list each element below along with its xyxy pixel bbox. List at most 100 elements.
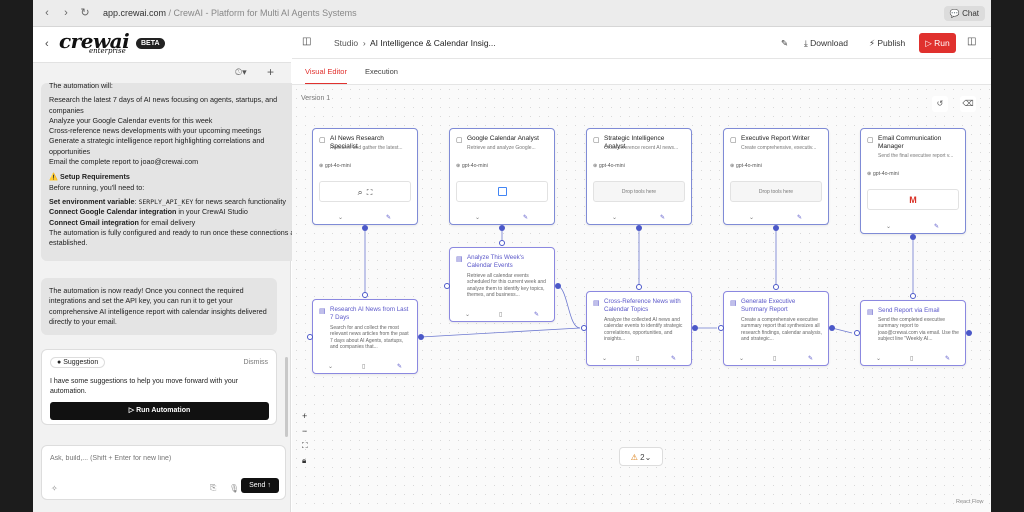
chevron-down-icon[interactable]: ⌄ [886,223,891,230]
chevron-down-icon[interactable]: ⌄ [602,355,607,362]
tab-visual-editor[interactable]: Visual Editor [305,67,347,84]
scrollbar[interactable] [285,357,288,437]
edit-icon[interactable]: ✎ [797,214,802,221]
run-button[interactable]: ▷ Run [919,33,956,53]
target-handle[interactable] [499,240,505,246]
tools-dropzone[interactable]: Drop tools here [593,181,685,202]
chevron-down-icon[interactable]: ⌄ [475,214,480,221]
back-chevron-icon[interactable]: ‹ [45,38,49,50]
warning-icon: ⚠︎ [630,453,638,462]
target-handle[interactable] [362,292,368,298]
agent-node[interactable]: ▢ AI News Research Specialist Research a… [312,128,418,225]
flow-canvas[interactable]: Version 1 ↺ ⌫ ▢ AI News Research Special… [292,85,991,512]
back-icon[interactable]: ‹ [41,7,53,20]
task-node[interactable]: ▤ Analyze This Week's Calendar Events Re… [449,247,555,322]
source-handle[interactable] [773,225,779,231]
source-handle[interactable] [418,334,424,340]
task-node[interactable]: ▤ Send Report via Email Send the complet… [860,300,966,366]
crumb-studio[interactable]: Studio [334,38,358,48]
source-handle[interactable] [499,225,505,231]
source-handle[interactable] [636,225,642,231]
send-button[interactable]: Send ↑ [241,478,279,493]
download-button[interactable]: ⤓ Download [804,38,848,49]
source-handle[interactable] [362,225,368,231]
reload-icon[interactable]: ↻ [79,7,91,20]
chevron-down-icon[interactable]: ⌄ [749,214,754,221]
zoom-out-button[interactable]: − [302,426,307,436]
source-handle[interactable] [910,234,916,240]
history-icon[interactable]: 🕓︎▾ [235,67,247,78]
edit-icon[interactable]: ✎ [945,355,950,362]
target-handle[interactable] [636,284,642,290]
warnings-badge[interactable]: ⚠︎ 2⌄ [619,447,663,466]
env-label: Set environment variable [49,196,135,206]
target-handle[interactable] [581,325,587,331]
task-node[interactable]: ▤ Generate Executive Summary Report Crea… [723,291,829,366]
edit-icon[interactable]: ✎ [386,214,391,221]
dismiss-button[interactable]: Dismiss [244,359,269,366]
new-chat-icon[interactable]: + [267,65,274,79]
zoom-in-button[interactable]: + [302,411,307,421]
target-handle[interactable] [718,325,724,331]
target-handle[interactable] [854,330,860,336]
target-handle[interactable] [444,283,450,289]
agent-node[interactable]: ▢ Executive Report Writer Create compreh… [723,128,829,225]
tools-slot[interactable]: ⌕ ⛶ [319,181,411,202]
chevron-down-icon[interactable]: ⌄ [612,214,617,221]
react-flow-attribution[interactable]: React Flow [956,499,984,505]
source-handle[interactable] [966,330,972,336]
chevron-down-icon[interactable]: ⌄ [328,363,333,370]
publish-button[interactable]: ⚡︎ Publish [869,38,905,49]
chat-input[interactable] [50,451,280,465]
agent-icon: ▢ [730,137,737,144]
agent-node[interactable]: ▢ Google Calendar Analyst Retrieve and a… [449,128,555,225]
agent-model: ⊛ gpt-4o-mini [593,163,625,169]
editor-tabs: Visual Editor Execution [292,59,991,85]
agent-node[interactable]: ▢ Strategic Intelligence Analyst Cross-r… [586,128,692,225]
edit-icon[interactable]: ✎ [781,38,788,49]
panel-toggle-icon[interactable]: ◫ [967,36,976,47]
tools-slot[interactable]: M [867,189,959,210]
env-var-code: SERPLY_API_KEY [138,197,194,206]
chevron-down-icon[interactable]: ⌄ [739,355,744,362]
file-icon[interactable]: ▯ [499,311,502,318]
tools-slot[interactable] [456,181,548,202]
chevron-down-icon[interactable]: ⌄ [338,214,343,221]
tab-execution[interactable]: Execution [365,67,398,76]
task-icon: ▤ [730,300,737,307]
edit-icon[interactable]: ✎ [671,355,676,362]
chat-button[interactable]: 💬 Chat [943,6,985,21]
file-icon[interactable]: ▯ [773,355,776,362]
sparkle-icon[interactable]: ✧ [51,484,58,493]
attach-icon[interactable]: ⎘ [210,483,216,493]
run-automation-button[interactable]: ▷ Run Automation [50,402,269,420]
task-node[interactable]: ▤ Research AI News from Last 7 Days Sear… [312,299,418,374]
source-handle[interactable] [829,325,835,331]
edit-icon[interactable]: ✎ [808,355,813,362]
address-bar[interactable]: app.crewai.com / CrewAI - Platform for M… [103,8,357,18]
edit-icon[interactable]: ✎ [523,214,528,221]
file-icon[interactable]: ▯ [910,355,913,362]
sidebar-toggle-icon[interactable]: ◫ [302,36,311,47]
source-handle[interactable] [692,325,698,331]
edit-icon[interactable]: ✎ [534,311,539,318]
target-handle[interactable] [307,334,313,340]
source-handle[interactable] [555,283,561,289]
forward-icon[interactable]: › [60,7,72,20]
mic-icon[interactable]: 🎙︎ [229,484,239,493]
chevron-down-icon[interactable]: ⌄ [876,355,881,362]
target-handle[interactable] [910,293,916,299]
edit-icon[interactable]: ✎ [660,214,665,221]
task-title: Analyze This Week's Calendar Events [467,254,525,269]
target-handle[interactable] [773,284,779,290]
lock-icon[interactable]: 🔒︎ [302,456,306,466]
task-node[interactable]: ▤ Cross-Reference News with Calendar Top… [586,291,692,366]
file-icon[interactable]: ▯ [362,363,365,370]
edit-icon[interactable]: ✎ [934,223,939,230]
fit-view-icon[interactable]: ⛶ [302,441,308,451]
agent-node[interactable]: ▢ Email Communication Manager Send the f… [860,128,966,234]
file-icon[interactable]: ▯ [636,355,639,362]
edit-icon[interactable]: ✎ [397,363,402,370]
tools-dropzone[interactable]: Drop tools here [730,181,822,202]
chevron-down-icon[interactable]: ⌄ [465,311,470,318]
